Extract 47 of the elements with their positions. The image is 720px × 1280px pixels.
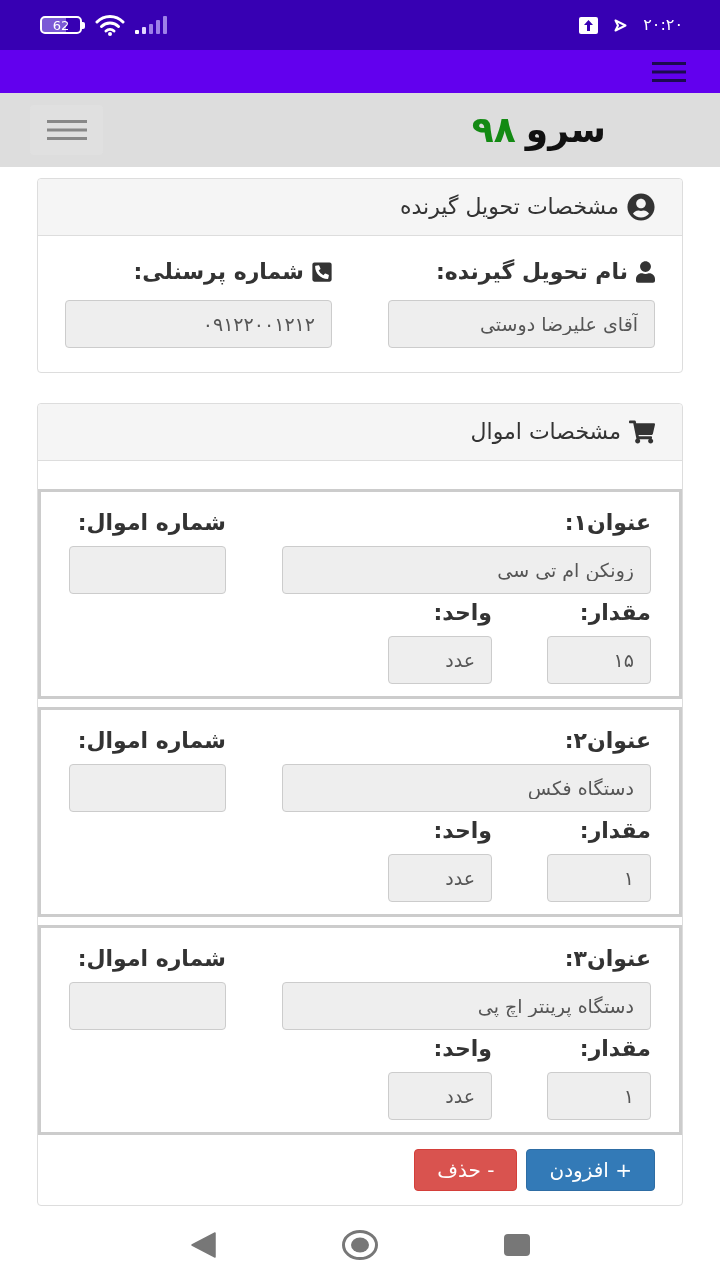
input-field[interactable]: ۱۵ [547,636,651,684]
logo-number: ۹۸ [471,112,516,148]
menu-icon [46,120,87,140]
field-label: عنوان۱: [563,509,651,538]
input-field[interactable]: ۱ [547,1072,651,1120]
field-label: عنوان۳: [563,945,651,974]
upload-icon [579,16,599,34]
field-label: عنوان۲: [563,727,651,756]
cart-icon [629,420,655,444]
field-label: مقدار: [578,599,651,627]
field-label: شماره اموال: [76,727,226,756]
input-field[interactable]: عدد [388,1072,492,1120]
input-field[interactable] [69,764,226,812]
delete-button[interactable]: - حذف [414,1149,518,1191]
signal-icon [135,16,167,34]
field-label: مقدار: [578,817,651,845]
input-field[interactable] [69,546,226,594]
input-field[interactable]: آقای علیرضا دوستی [388,300,655,348]
wifi-icon [95,14,125,36]
input-field[interactable]: عدد [388,636,492,684]
home-icon[interactable] [342,1230,378,1260]
input-field[interactable]: دستگاه پرینتر اچ پی [282,982,651,1030]
card-title: مشخصات تحویل گیرنده [400,196,619,218]
input-field[interactable] [69,982,226,1030]
menu-icon[interactable] [652,61,686,82]
field-label: مقدار: [578,1035,651,1063]
card-title: مشخصات اموال [470,421,621,443]
recents-icon[interactable] [504,1234,530,1256]
field-label: واحد: [432,1035,492,1064]
back-icon[interactable] [190,1232,216,1258]
input-field[interactable]: عدد [388,854,492,902]
field-label: شماره اموال: [76,509,226,538]
field-label: واحد: [432,817,492,846]
input-field[interactable]: زونکن ام تی سی [282,546,651,594]
field-label: شماره اموال: [76,945,226,974]
add-button[interactable]: + افزودن [526,1149,655,1191]
battery-indicator: 62 [40,16,85,34]
user-icon [636,261,655,283]
phone-icon [312,261,332,283]
input-field[interactable]: ۱ [547,854,651,902]
field-label: نام تحویل گیرنده: [436,261,628,283]
play-icon [614,18,628,32]
input-field[interactable]: دستگاه فکس [282,764,651,812]
input-field[interactable]: ۰۹۱۲۲۰۰۱۲۱۲ [65,300,332,348]
field-label: شماره پرسنلی: [133,261,304,283]
field-label: واحد: [432,599,492,628]
clock-time: ۲۰:۲۰ [643,17,683,33]
